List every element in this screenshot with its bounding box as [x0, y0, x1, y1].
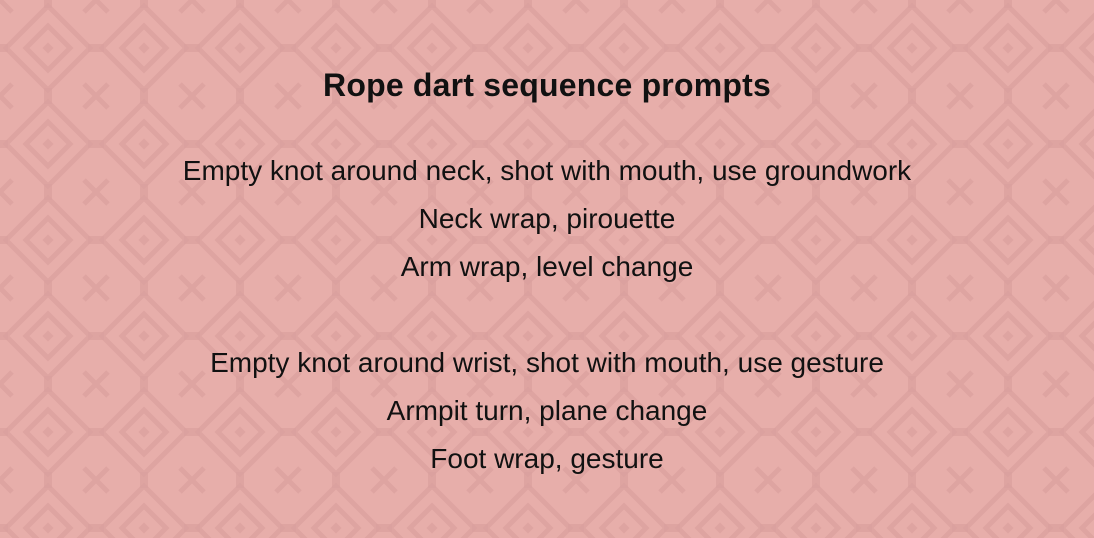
prompt-line: Armpit turn, plane change [386, 395, 708, 426]
prompt-line: Neck wrap, pirouette [418, 203, 676, 234]
prompt-line: Arm wrap, level change [400, 251, 694, 282]
page-title: Rope dart sequence prompts [323, 67, 771, 103]
prompt-line: Empty knot around wrist, shot with mouth… [210, 347, 884, 378]
sequence-2: Empty knot around wrist, shot with mouth… [0, 339, 1094, 483]
prompt-line: Foot wrap, gesture [430, 443, 664, 474]
prompt-card: Rope dart sequence prompts Empty knot ar… [0, 0, 1094, 538]
prompt-line: Empty knot around neck, shot with mouth,… [182, 155, 912, 186]
sequence-1: Empty knot around neck, shot with mouth,… [0, 147, 1094, 291]
